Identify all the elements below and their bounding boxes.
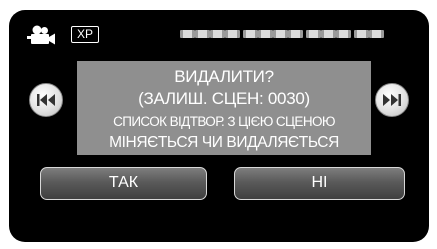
camera-screen: XP ВИДАЛИТИ? (ЗАЛИШ. СЦЕН: 0030) СПИСОК …	[9, 10, 429, 242]
recording-quality-badge: XP	[71, 26, 100, 43]
no-button[interactable]: НІ	[234, 167, 405, 200]
playlist-warning-line-1: СПИСОК ВІДТВОР. З ЦІЄЮ СЦЕНОЮ	[113, 114, 335, 129]
delete-confirmation-message: ВИДАЛИТИ? (ЗАЛИШ. СЦЕН: 0030) СПИСОК ВІД…	[77, 61, 371, 155]
previous-scene-button[interactable]	[29, 83, 63, 117]
remaining-scenes-text: (ЗАЛИШ. СЦЕН: 0030)	[138, 89, 310, 108]
movie-camera-icon	[27, 25, 55, 45]
yes-button[interactable]: ТАК	[40, 167, 207, 200]
playlist-warning-line-2: МІНЯЄТЬСЯ ЧИ ВИДАЛЯЄТЬСЯ	[109, 134, 339, 151]
skip-previous-icon	[37, 94, 55, 106]
next-scene-button[interactable]	[375, 83, 409, 117]
scene-indicator-bar	[180, 30, 384, 38]
skip-next-icon	[383, 94, 401, 106]
message-title: ВИДАЛИТИ?	[174, 67, 274, 86]
